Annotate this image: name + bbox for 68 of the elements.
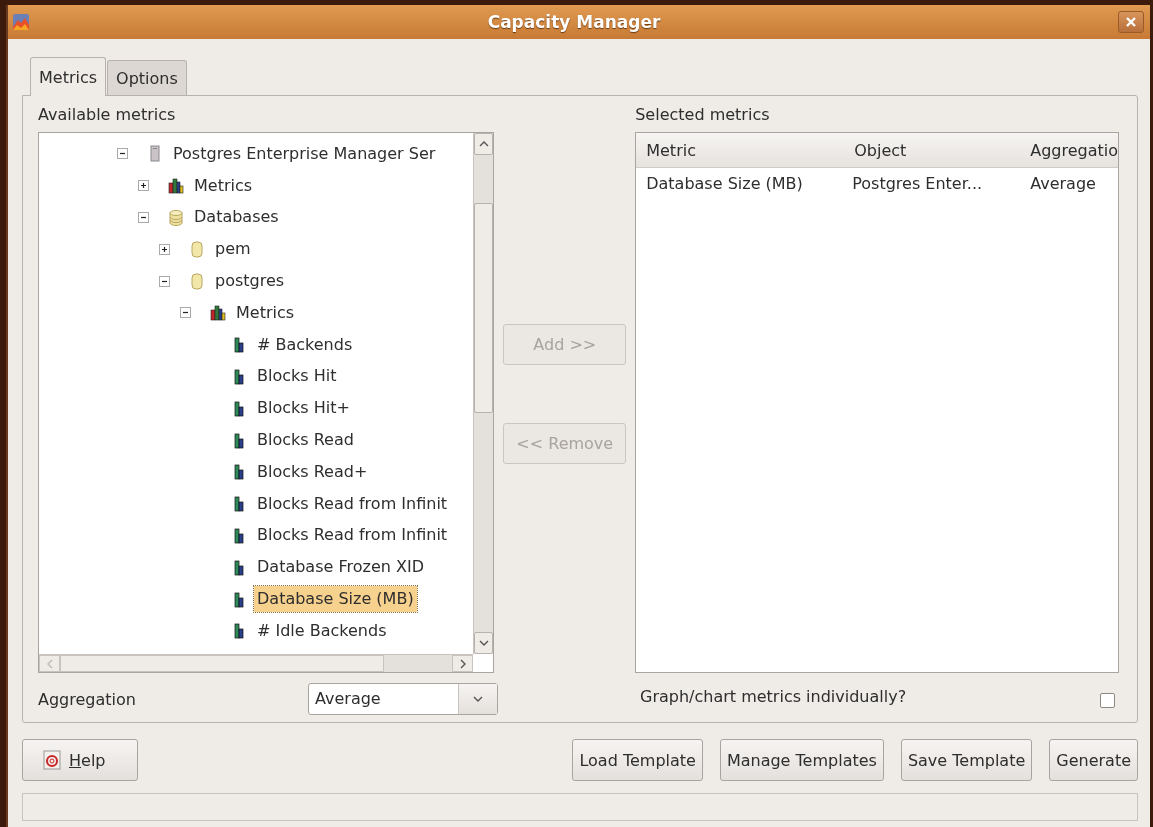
help-button[interactable]: Help bbox=[22, 739, 138, 781]
bar-chart-icon bbox=[231, 590, 247, 608]
checkbox[interactable] bbox=[1100, 692, 1115, 708]
close-icon bbox=[1126, 17, 1136, 27]
section-label: Selected metrics bbox=[635, 104, 771, 126]
aggregation-label: Aggregation bbox=[38, 689, 136, 709]
database-icon bbox=[189, 240, 205, 258]
expand-icon[interactable] bbox=[159, 243, 170, 255]
tree-item[interactable]: Databases bbox=[191, 204, 282, 231]
bar-chart-icon bbox=[231, 558, 247, 576]
server-icon bbox=[147, 145, 163, 163]
tree-item[interactable]: Database Frozen XID bbox=[254, 554, 427, 581]
tree-item[interactable]: Database Size (MB) bbox=[254, 586, 417, 613]
column-header[interactable]: Aggregatio bbox=[1020, 140, 1118, 160]
column-header[interactable]: Metric bbox=[636, 140, 845, 160]
footer-button[interactable]: Load Template bbox=[572, 739, 703, 781]
checkbox-label: Graph/chart metrics individually? bbox=[640, 686, 907, 706]
tree-item[interactable]: Blocks Read from Infinit bbox=[254, 522, 451, 549]
bar-chart-icon bbox=[231, 367, 247, 385]
window-title: Capacity Manager bbox=[486, 12, 662, 32]
vertical-scrollbar[interactable] bbox=[473, 133, 494, 654]
close-button[interactable] bbox=[1118, 11, 1144, 33]
tree-item[interactable]: Metrics bbox=[233, 299, 298, 326]
tree-item[interactable]: Blocks Read bbox=[254, 427, 357, 454]
bar-chart-icon bbox=[231, 431, 247, 449]
collapse-icon[interactable] bbox=[117, 148, 128, 160]
table-cell-text: Database Size (MB) bbox=[645, 173, 804, 193]
lifebuoy-icon bbox=[43, 750, 61, 770]
scroll-up-icon[interactable] bbox=[478, 141, 489, 147]
collapse-icon[interactable] bbox=[180, 307, 191, 319]
tree-item[interactable]: # Backends bbox=[254, 331, 356, 358]
tree-item[interactable]: postgres bbox=[212, 268, 288, 295]
database-icon bbox=[189, 272, 205, 290]
column-header[interactable]: Object bbox=[844, 140, 1021, 160]
collapse-icon[interactable] bbox=[159, 275, 170, 287]
bar-chart-icon bbox=[231, 495, 247, 513]
bar-chart-icon bbox=[231, 463, 247, 481]
caret-icon bbox=[473, 696, 483, 702]
bar-chart-icon bbox=[231, 399, 247, 417]
scroll-right-icon[interactable] bbox=[459, 658, 466, 669]
footer-button[interactable]: Manage Templates bbox=[719, 739, 884, 781]
bar-chart-icon bbox=[231, 336, 247, 354]
tree-item[interactable]: Blocks Hit bbox=[254, 363, 340, 390]
tab[interactable]: Options bbox=[107, 60, 187, 95]
table-cell-text: Postgres Enter... bbox=[851, 173, 984, 193]
section-label: Available metrics bbox=[38, 104, 177, 126]
table-cell-text: Average bbox=[1029, 173, 1096, 193]
tab[interactable]: Metrics bbox=[30, 57, 107, 96]
horizontal-scrollbar[interactable] bbox=[39, 654, 474, 672]
database-stack-icon bbox=[168, 209, 184, 226]
tree-item[interactable]: Metrics bbox=[191, 172, 256, 199]
collapse-icon[interactable] bbox=[138, 212, 149, 223]
bar-chart-icon bbox=[168, 177, 184, 195]
footer-button[interactable]: Generate bbox=[1049, 739, 1138, 781]
tree-item[interactable]: Postgres Enterprise Manager Ser bbox=[170, 140, 439, 167]
footer-button[interactable]: Save Template bbox=[900, 739, 1033, 781]
scroll-down-icon[interactable] bbox=[478, 640, 489, 646]
bar-chart-icon bbox=[210, 304, 226, 322]
app-icon bbox=[12, 13, 30, 31]
tree-item[interactable]: Blocks Read+ bbox=[254, 458, 371, 485]
aggregation-dropdown[interactable]: Average bbox=[308, 683, 498, 715]
tree-item[interactable]: pem bbox=[212, 236, 254, 263]
expand-icon[interactable] bbox=[138, 180, 149, 192]
bar-chart-icon bbox=[231, 526, 247, 544]
tree-item[interactable]: Blocks Hit+ bbox=[254, 395, 353, 422]
tree-item[interactable]: Blocks Read from Infinit bbox=[254, 490, 451, 517]
bar-chart-icon bbox=[231, 622, 247, 640]
tree-item[interactable]: # Idle Backends bbox=[254, 617, 390, 644]
